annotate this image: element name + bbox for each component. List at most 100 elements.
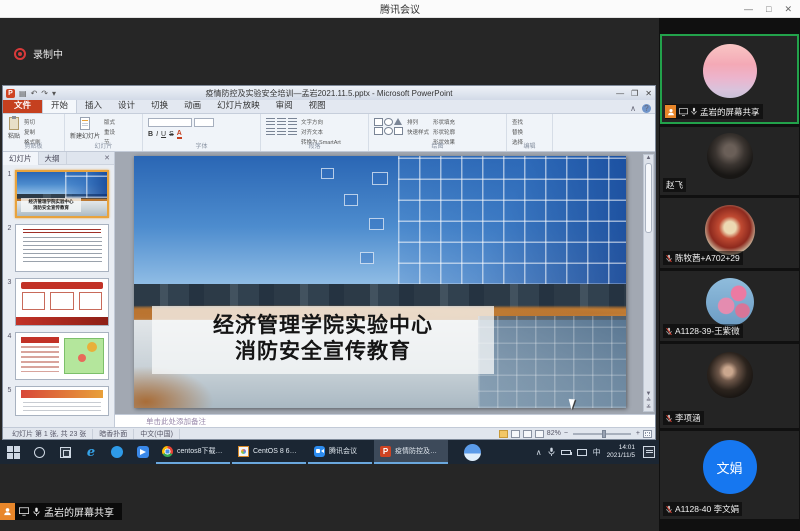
italic-button[interactable]: I	[156, 131, 158, 138]
participant-tile[interactable]: 文娟 A1128-40 李文娟	[660, 431, 799, 519]
slide-sorter-view-button[interactable]	[511, 430, 520, 438]
action-center-icon[interactable]	[643, 446, 655, 458]
qat-dropdown-icon[interactable]: ▾	[52, 89, 56, 98]
slide-thumbnail-2[interactable]: 2	[4, 224, 109, 272]
taskbar-centos-vm-window[interactable]: CentOS 8 64 位 - ...	[232, 440, 306, 464]
powerpoint-logo-icon[interactable]: P	[6, 89, 15, 98]
tab-slideshow[interactable]: 幻灯片放映	[209, 98, 268, 113]
save-icon[interactable]: ▤	[19, 89, 27, 98]
ppt-close-icon[interactable]: ✕	[645, 89, 652, 98]
taskbar-clock[interactable]: 14:01 2021/11/5	[607, 444, 635, 460]
close-icon[interactable]: ✕	[784, 4, 792, 15]
tab-transitions[interactable]: 切换	[143, 98, 176, 113]
maximize-icon[interactable]: □	[766, 4, 771, 14]
reset-button[interactable]: 重设	[104, 128, 115, 136]
search-button[interactable]	[26, 440, 52, 464]
tab-design[interactable]: 设计	[110, 98, 143, 113]
scrollbar-thumb[interactable]	[645, 163, 652, 233]
participant-tile[interactable]: A1128-39-王紫微	[660, 271, 799, 341]
ime-indicator[interactable]: 中	[593, 447, 601, 458]
paste-button[interactable]: 粘贴	[8, 116, 20, 140]
minimize-icon[interactable]: —	[744, 4, 753, 14]
taskbar-powerpoint-window[interactable]: P 疫情防控及实验安...	[374, 440, 448, 464]
underline-button[interactable]: U	[161, 131, 166, 138]
text-direction-button[interactable]: 文字方向	[301, 118, 341, 126]
font-size-box[interactable]	[194, 118, 214, 127]
tab-file[interactable]: 文件	[3, 98, 42, 113]
taskbar-tencent-meeting-window[interactable]: 腾讯会议	[308, 440, 372, 464]
font-color-button[interactable]: A	[177, 130, 182, 139]
cut-button[interactable]: 剪切	[24, 118, 41, 126]
indent-icon[interactable]	[288, 118, 297, 126]
quick-styles-button[interactable]: 快速样式	[407, 128, 429, 136]
zoom-out-icon[interactable]: −	[564, 430, 568, 437]
slide-title-block[interactable]: 经济管理学院实验中心 消防安全宣传教育	[152, 306, 494, 374]
blue-app-button[interactable]	[130, 440, 156, 464]
tab-animations[interactable]: 动画	[176, 98, 209, 113]
network-icon[interactable]	[577, 449, 587, 456]
redo-icon[interactable]: ↷	[41, 89, 48, 98]
shape-outline-button[interactable]: 形状轮廓	[433, 128, 455, 136]
slideshow-view-button[interactable]	[535, 430, 544, 438]
tray-microphone-icon[interactable]	[548, 447, 555, 457]
align-left-icon[interactable]	[266, 128, 275, 136]
ppt-restore-icon[interactable]: ❐	[631, 89, 638, 98]
replace-button[interactable]: 替换	[512, 128, 523, 136]
normal-view-button[interactable]	[499, 430, 508, 438]
participant-tile[interactable]: 李项涵	[660, 344, 799, 428]
tray-expand-icon[interactable]: ∧	[536, 448, 542, 457]
arrange-button[interactable]: 排列	[407, 118, 429, 126]
ppt-minimize-icon[interactable]: —	[616, 89, 624, 98]
slide-thumbnail-3[interactable]: 3	[4, 278, 109, 326]
tab-slides-thumbnails[interactable]: 幻灯片	[3, 152, 39, 165]
ppt-titlebar[interactable]: P ▤ ↶ ↷ ▾ 疫情防控及实验安全培训—孟岩2021.11.5.pptx -…	[3, 86, 655, 100]
previous-slide-icon[interactable]: ≙	[646, 397, 651, 404]
new-slide-button[interactable]: 新建幻灯片	[70, 116, 100, 140]
participant-tile[interactable]: 赵飞	[660, 127, 799, 195]
bullets-icon[interactable]	[266, 118, 275, 126]
numbering-icon[interactable]	[277, 118, 286, 126]
collapse-ribbon-icon[interactable]: ∧	[630, 104, 636, 113]
notes-pane[interactable]: 单击此处添加备注	[115, 414, 655, 427]
fit-to-window-button[interactable]	[643, 430, 652, 438]
align-center-icon[interactable]	[277, 128, 286, 136]
panel-close-icon[interactable]: ✕	[104, 154, 114, 162]
slide-thumbnail-5[interactable]: 5	[4, 386, 109, 416]
tab-insert[interactable]: 插入	[77, 98, 110, 113]
task-view-button[interactable]	[52, 440, 78, 464]
tab-view[interactable]: 视图	[301, 98, 334, 113]
slide-canvas[interactable]: 经济管理学院实验中心 消防安全宣传教育	[134, 156, 626, 408]
shapes-gallery[interactable]	[374, 116, 403, 135]
vertical-scrollbar[interactable]: ▲ ▼ ≙ ≚	[643, 154, 654, 412]
battery-icon[interactable]	[561, 450, 571, 455]
scroll-up-icon[interactable]: ▲	[646, 155, 652, 161]
slide-thumbnail-1[interactable]: 1 经济管理学院实验中心 消防安全宣传教育	[4, 170, 109, 218]
shape-fill-button[interactable]: 形状填充	[433, 118, 455, 126]
floating-widget-button[interactable]	[464, 444, 481, 461]
copy-button[interactable]: 复制	[24, 128, 41, 136]
layout-button[interactable]: 版式	[104, 118, 115, 126]
undo-icon[interactable]: ↶	[31, 89, 38, 98]
help-icon[interactable]: ?	[642, 104, 651, 113]
start-button[interactable]	[0, 440, 26, 464]
zoom-slider[interactable]	[573, 433, 631, 435]
tab-outline[interactable]: 大纲	[39, 152, 67, 165]
tab-review[interactable]: 审阅	[268, 98, 301, 113]
participant-tile-sharing[interactable]: 孟岩的屏幕共享	[660, 34, 799, 124]
participant-tile[interactable]: 陈牧茜+A702+29	[660, 198, 799, 268]
edge-button[interactable]: e	[78, 440, 104, 464]
taskbar-chrome-window[interactable]: centos8下载安装...	[156, 440, 230, 464]
find-button[interactable]: 查找	[512, 118, 523, 126]
reading-view-button[interactable]	[523, 430, 532, 438]
next-slide-icon[interactable]: ≚	[646, 404, 651, 411]
slide-thumbnail-4[interactable]: 4	[4, 332, 109, 380]
align-text-button[interactable]: 对齐文本	[301, 128, 341, 136]
strikethrough-button[interactable]: S	[169, 131, 174, 138]
align-right-icon[interactable]	[288, 128, 297, 136]
slide-editing-area[interactable]: 经济管理学院实验中心 消防安全宣传教育 ▲ ▼ ≙ ≚	[115, 152, 655, 414]
bold-button[interactable]: B	[148, 131, 153, 138]
font-name-box[interactable]	[148, 118, 192, 127]
zoom-slider-knob[interactable]	[602, 430, 606, 438]
zoom-in-icon[interactable]: +	[636, 430, 640, 437]
messenger-button[interactable]	[104, 440, 130, 464]
